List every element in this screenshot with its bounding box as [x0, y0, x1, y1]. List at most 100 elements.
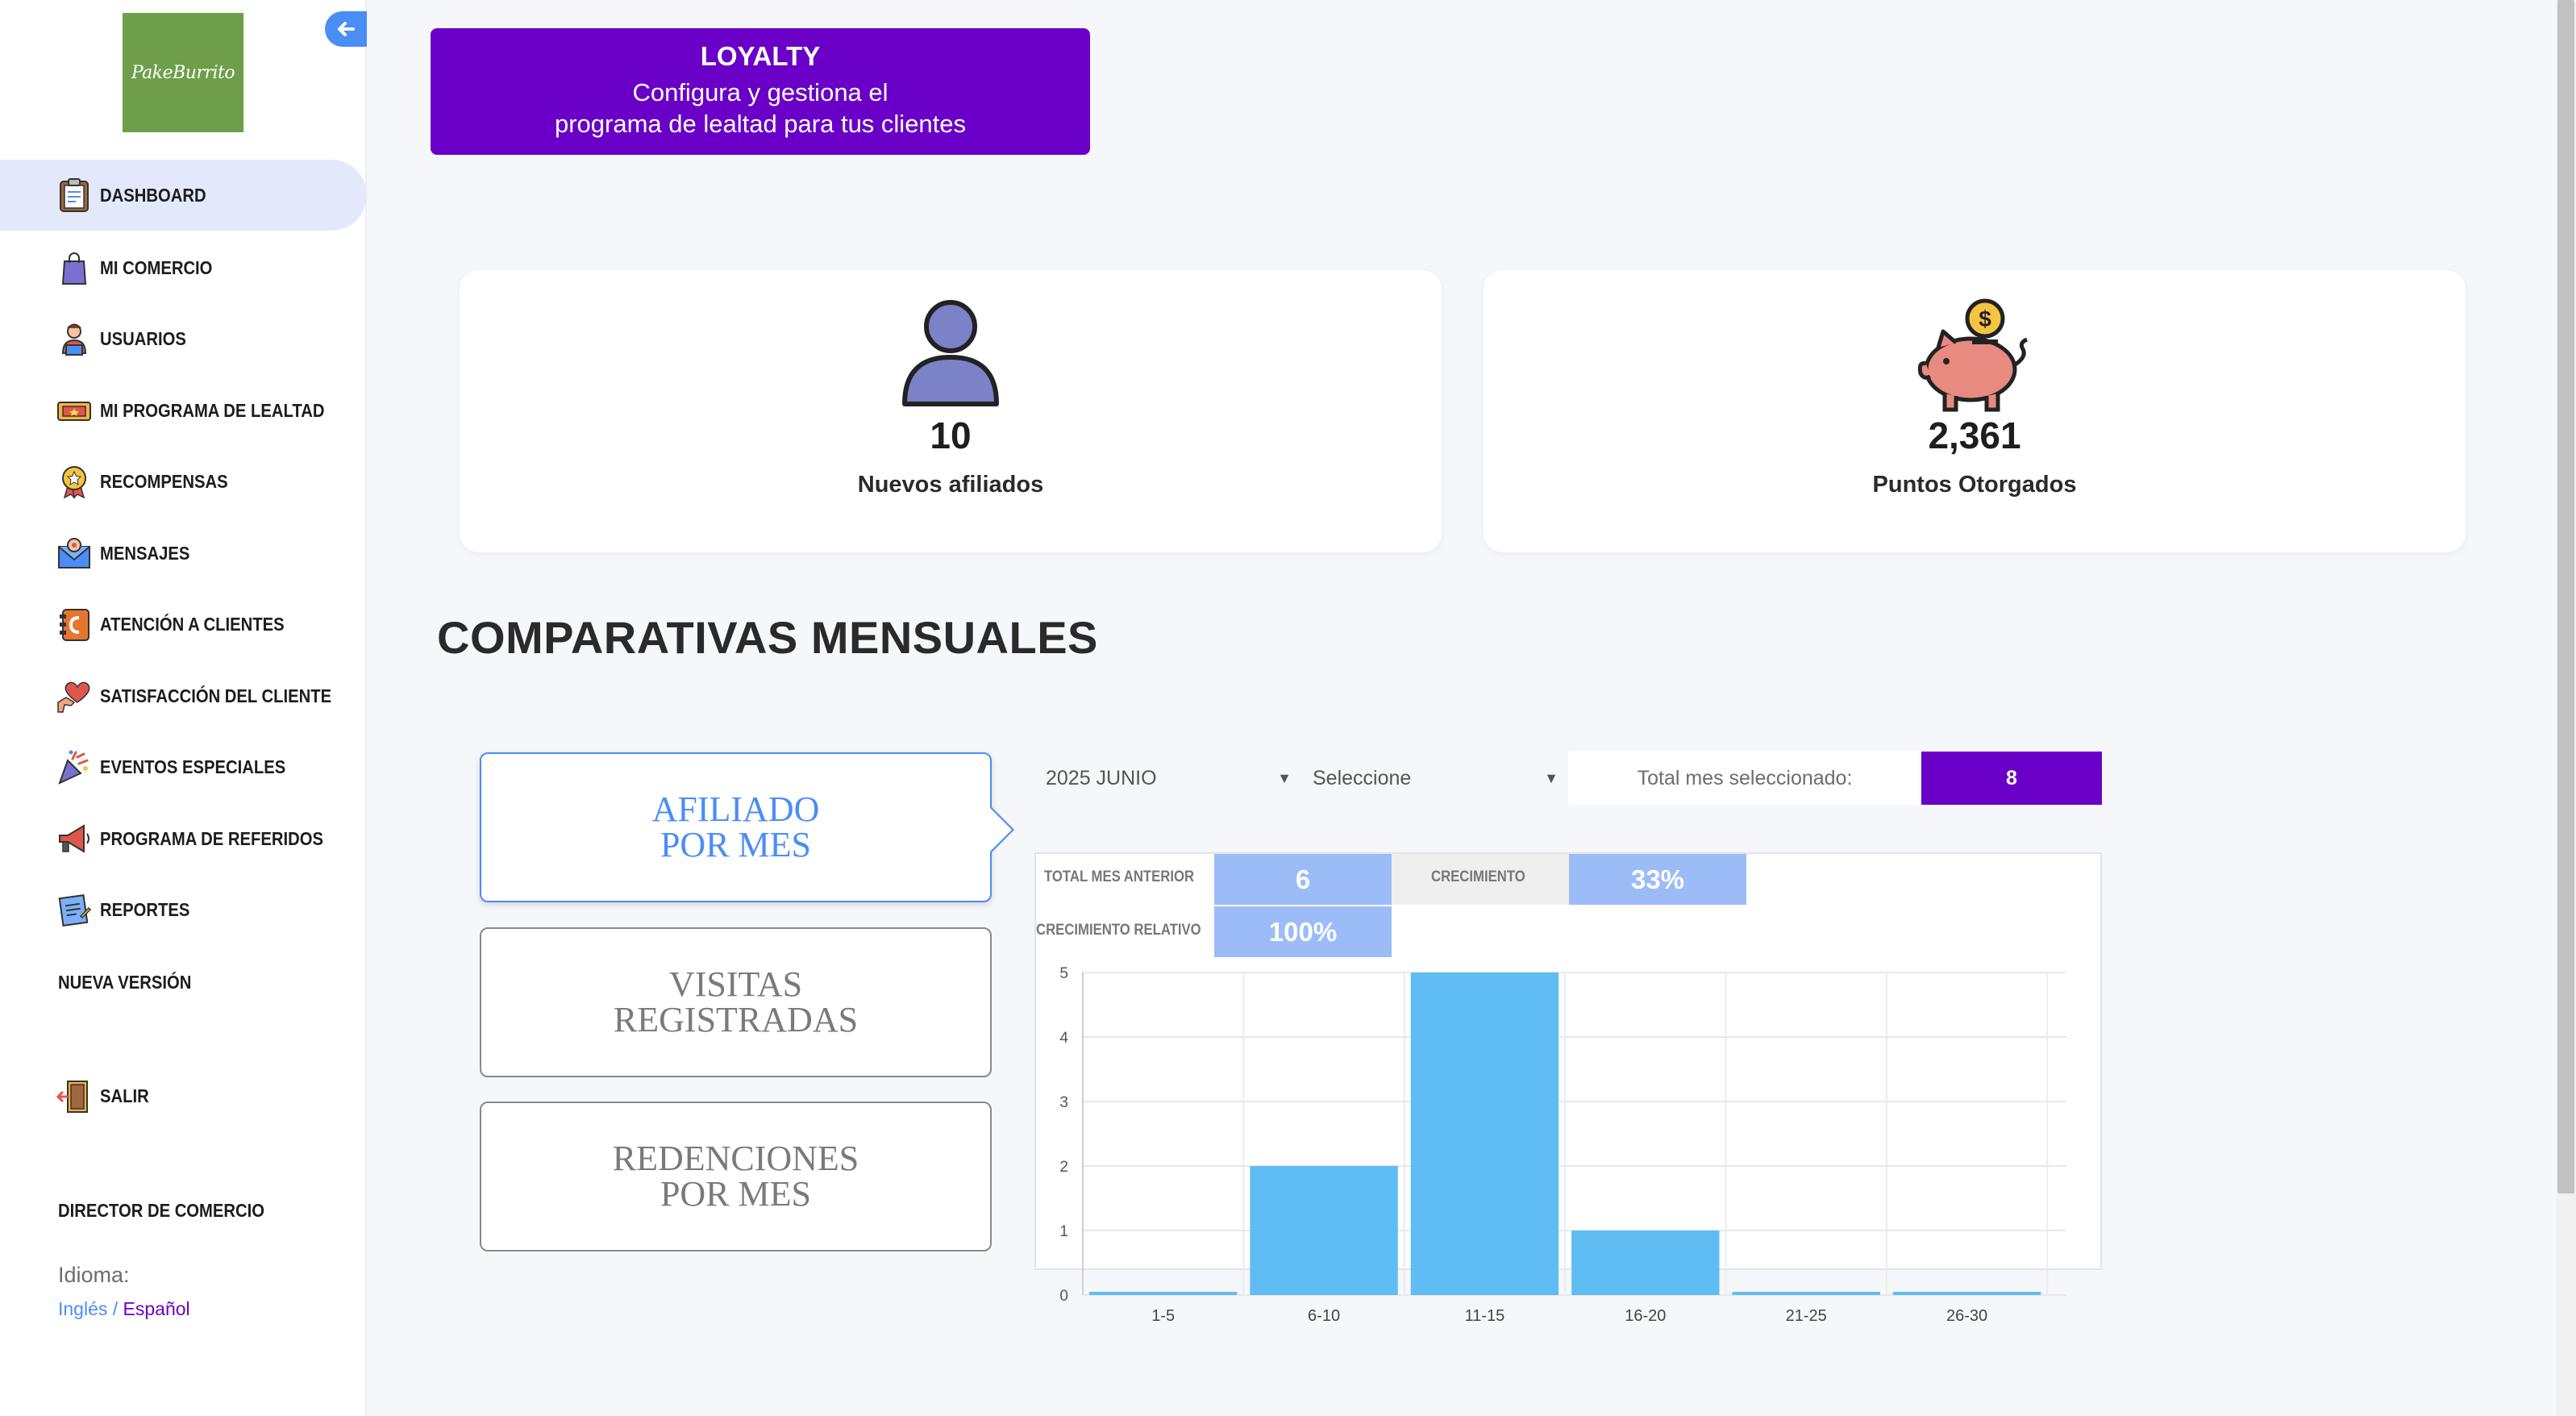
y-tick-label: 2 — [1059, 1159, 1068, 1176]
y-tick-label: 3 — [1059, 1094, 1068, 1111]
sidebar-item-reportes[interactable]: REPORTES — [0, 874, 367, 945]
tab-label-line2: POR MES — [660, 1174, 812, 1214]
x-tick-label: 11-15 — [1465, 1307, 1505, 1325]
secondary-select-value: Seleccione — [1313, 766, 1412, 789]
chart-bar — [1892, 1292, 2041, 1295]
user-icon — [902, 300, 999, 406]
tab-pointer-fill — [989, 807, 1012, 852]
tab-label: AFILIADO POR MES — [652, 792, 820, 863]
phone-book-icon — [56, 606, 92, 642]
total-month-label: Total mes seleccionado: — [1568, 752, 1921, 805]
page-subtitle-line2: programa de lealtad para tus clientes — [554, 110, 967, 138]
prev-month-value: 6 — [1214, 854, 1392, 905]
sidebar-item-label: REPORTES — [100, 898, 190, 920]
sidebar-item-label: MENSAJES — [100, 542, 190, 564]
tab-label-line1: REDENCIONES — [612, 1139, 859, 1178]
affiliates-bar-chart: 0 1 2 3 4 5 1-5 6-10 11-15 16-20 21-25 26-30 — [1059, 965, 2066, 1325]
growth-value: 33% — [1569, 854, 1746, 905]
sidebar-item-label: USUARIOS — [100, 327, 186, 349]
arrow-left-icon — [338, 22, 355, 36]
heart-hand-icon — [56, 678, 92, 714]
tab-label-line1: AFILIADO — [651, 789, 820, 829]
chart-bar — [1089, 1292, 1238, 1295]
x-tick-label: 6-10 — [1308, 1307, 1340, 1325]
sidebar-item-referidos[interactable]: PROGRAMA DE REFERIDOS — [0, 803, 367, 874]
sidebar-item-label: EVENTOS ESPECIALES — [100, 756, 286, 777]
page-subtitle-line1: Configura y gestiona el — [632, 78, 888, 106]
x-tick-label: 26-30 — [1946, 1307, 1987, 1325]
sidebar-item-label: SATISFACCIÓN DEL CLIENTE — [100, 685, 332, 706]
sidebar-item-atencion-clientes[interactable]: ATENCIÓN A CLIENTES — [0, 589, 367, 660]
chart-bar — [1250, 1166, 1398, 1295]
sidebar-item-label: DASHBOARD — [100, 184, 206, 206]
sidebar-item-label: SALIR — [100, 1085, 149, 1106]
sidebar-item-programa-lealtad[interactable]: MI PROGRAMA DE LEALTAD — [0, 375, 367, 446]
points-value: 2,361 — [1928, 414, 2021, 456]
y-tick-label: 4 — [1059, 1030, 1068, 1047]
user-laptop-icon — [56, 321, 92, 356]
page-subtitle: Configura y gestiona el programa de leal… — [431, 77, 1090, 140]
sidebar-item-usuarios[interactable]: USUARIOS — [0, 303, 367, 374]
x-tick-label: 1-5 — [1151, 1307, 1175, 1325]
sidebar-item-recompensas[interactable]: RECOMPENSAS — [0, 446, 367, 517]
page-header-banner: LOYALTY Configura y gestiona el programa… — [431, 28, 1090, 155]
shopping-bag-icon — [56, 250, 92, 285]
tab-afiliado-por-mes[interactable]: AFILIADO POR MES — [480, 752, 1014, 902]
month-select[interactable]: 2025 JUNIO ▼ — [1046, 752, 1292, 805]
chevron-down-icon: ▼ — [1277, 769, 1292, 786]
section-title: COMPARATIVAS MENSUALES — [437, 612, 1098, 663]
sidebar-item-label: MI PROGRAMA DE LEALTAD — [100, 399, 325, 421]
growth-label: CRECIMIENTO — [1431, 868, 1525, 885]
sidebar-item-label: MI COMERCIO — [100, 256, 213, 278]
language-switcher: Inglés / Español — [58, 1298, 190, 1320]
award-badge-icon — [56, 464, 92, 499]
lang-spanish-link[interactable]: Español — [123, 1298, 190, 1319]
sidebar-item-nueva-version[interactable]: NUEVA VERSIÓN — [58, 972, 191, 993]
sidebar-item-satisfaccion[interactable]: SATISFACCIÓN DEL CLIENTE — [0, 660, 367, 731]
y-tick-label: 5 — [1059, 965, 1068, 982]
clipboard-icon — [56, 177, 92, 213]
sidebar-item-salir[interactable]: SALIR — [0, 1060, 367, 1131]
chart-bar — [1571, 1231, 1720, 1295]
new-affiliates-card: 10 Nuevos afiliados — [460, 270, 1442, 552]
brand-logo[interactable]: PakeBurrito — [123, 13, 243, 132]
ticket-icon — [56, 393, 92, 428]
sidebar-item-mi-comercio[interactable]: MI COMERCIO — [0, 232, 367, 303]
chevron-down-icon: ▼ — [1544, 769, 1559, 786]
sidebar-item-mensajes[interactable]: MENSAJES — [0, 518, 367, 589]
y-tick-label: 1 — [1059, 1223, 1068, 1240]
points-label: Puntos Otorgados — [1872, 472, 2077, 498]
sidebar-item-label: RECOMPENSAS — [100, 470, 228, 492]
party-popper-icon — [56, 749, 92, 785]
collapse-sidebar-button[interactable] — [325, 11, 367, 47]
x-tick-label: 21-25 — [1786, 1307, 1827, 1325]
tab-label-line2: REGISTRADAS — [613, 1000, 859, 1039]
lang-separator: / — [107, 1298, 123, 1319]
user-role: DIRECTOR DE COMERCIO — [58, 1200, 265, 1221]
piggy-bank-icon: $ — [1917, 298, 2029, 412]
new-affiliates-label: Nuevos afiliados — [857, 472, 1044, 498]
sidebar-item-dashboard[interactable]: DASHBOARD — [0, 160, 367, 231]
sidebar-item-label: ATENCIÓN A CLIENTES — [100, 613, 285, 635]
points-awarded-card: $ 2,361 Puntos Otorgados — [1484, 270, 2466, 552]
tab-redenciones-por-mes[interactable]: REDENCIONES POR MES — [480, 1102, 992, 1251]
page-title: LOYALTY — [700, 41, 821, 71]
logout-door-icon — [56, 1078, 92, 1114]
sidebar: PakeBurrito DASHBOARD MI COMERCIO USUARI… — [0, 0, 367, 1416]
envelope-icon — [56, 535, 92, 571]
secondary-select[interactable]: Seleccione ▼ — [1313, 752, 1559, 805]
new-affiliates-value: 10 — [930, 414, 972, 456]
total-month-value: 8 — [1921, 752, 2102, 805]
svg-text:$: $ — [1979, 306, 1991, 331]
scrollbar-thumb[interactable] — [2557, 0, 2574, 1193]
y-tick-label: 0 — [1059, 1288, 1068, 1305]
sidebar-item-eventos[interactable]: EVENTOS ESPECIALES — [0, 731, 367, 802]
tab-label-line2: POR MES — [660, 825, 812, 864]
month-select-value: 2025 JUNIO — [1046, 766, 1157, 789]
chart-bar — [1732, 1292, 1880, 1295]
tab-label: REDENCIONES POR MES — [613, 1141, 859, 1212]
tab-visitas-registradas[interactable]: VISITAS REGISTRADAS — [480, 927, 992, 1077]
lang-english-link[interactable]: Inglés — [58, 1298, 107, 1319]
tab-label-line1: VISITAS — [668, 964, 803, 1004]
chart-bar — [1410, 972, 1559, 1295]
